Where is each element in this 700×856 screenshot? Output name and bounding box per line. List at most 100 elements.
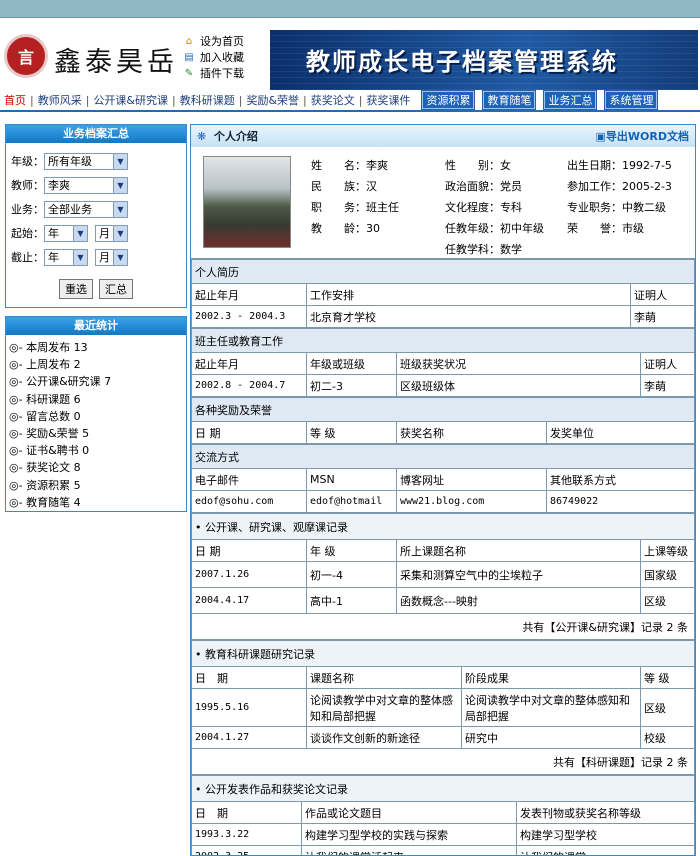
name-value: 李爽 bbox=[366, 159, 388, 172]
stat-item[interactable]: ◎- 上周发布 2 bbox=[9, 356, 183, 373]
nav-teachers[interactable]: 教师风采 bbox=[34, 92, 86, 108]
summarize-button[interactable]: 汇总 bbox=[99, 279, 133, 299]
table-row: edof@sohu.com edof@hotmail www21.blog.com 8… bbox=[191, 490, 695, 513]
grade-label: 年级： bbox=[11, 155, 44, 168]
summary-button[interactable]: 业务汇总 bbox=[543, 90, 598, 110]
banner-title: 教师成长电子档案管理系统 bbox=[306, 48, 618, 76]
start-month-value: 月 bbox=[99, 226, 110, 240]
table-row: 2007.1.26 初一-4 采集和测算空气中的尘埃粒子 国家级 bbox=[191, 561, 695, 588]
chevron-down-icon: ▼ bbox=[113, 153, 127, 169]
end-label: 截止： bbox=[11, 251, 44, 264]
gender-value: 女 bbox=[500, 159, 511, 172]
stat-item[interactable]: ◎- 科研课题 6 bbox=[9, 391, 183, 408]
stats-panel: 最近统计 ◎- 本周发布 13 ◎- 上周发布 2 ◎- 公开课&研究课 7 ◎… bbox=[5, 316, 187, 512]
table-row: 2002.3.25让我们的课堂活起来让我们的课堂 bbox=[191, 845, 695, 855]
chevron-down-icon: ▼ bbox=[113, 177, 127, 193]
ethnic-value: 汉 bbox=[366, 180, 377, 193]
teacher-photo bbox=[203, 156, 291, 248]
business-value: 全部业务 bbox=[48, 202, 92, 216]
end-month-value: 月 bbox=[99, 250, 110, 264]
stat-item[interactable]: ◎- 公开课&研究课 7 bbox=[9, 373, 183, 390]
start-year-value: 年 bbox=[48, 226, 59, 240]
stat-item[interactable]: ◎- 本周发布 13 bbox=[9, 339, 183, 356]
title-value: 中教二级 bbox=[622, 201, 666, 214]
chevron-down-icon: ▼ bbox=[73, 249, 87, 265]
quick-link-home[interactable]: ⌂ 设为首页 bbox=[182, 34, 244, 50]
nav-home[interactable]: 首页 bbox=[0, 92, 30, 108]
logo-char: 言 bbox=[17, 48, 34, 67]
business-select[interactable]: 全部业务 ▼ bbox=[44, 200, 128, 218]
resources-button[interactable]: 资源积累 bbox=[421, 90, 476, 110]
grade-select[interactable]: 所有年级 ▼ bbox=[44, 152, 128, 170]
profile-card: 姓 名：李爽 民 族：汉 职 务：班主任 教 龄：30 性 别：女 政治面貌：党… bbox=[191, 147, 695, 259]
quick-links: ⌂ 设为首页 ▤ 加入收藏 ✎ 插件下载 bbox=[182, 34, 244, 82]
export-word-link[interactable]: ▣导出WORD文档 bbox=[596, 128, 690, 144]
teacher-value: 李爽 bbox=[48, 178, 70, 192]
duty-value: 班主任 bbox=[366, 201, 399, 214]
quick-link-download[interactable]: ✎ 插件下载 bbox=[182, 66, 244, 82]
header: 言 鑫泰昊岳 ⌂ 设为首页 ▤ 加入收藏 ✎ 插件下载 教师成长电子档案管理系统 bbox=[0, 18, 700, 90]
grade-value: 所有年级 bbox=[48, 154, 92, 168]
start-year-select[interactable]: 年 ▼ bbox=[44, 224, 88, 242]
home-icon: ⌂ bbox=[185, 36, 193, 47]
politics-value: 党员 bbox=[500, 180, 522, 193]
start-month-select[interactable]: 月 ▼ bbox=[95, 224, 128, 242]
stat-item[interactable]: ◎- 资源积累 5 bbox=[9, 477, 183, 494]
stat-item[interactable]: ◎- 奖励&荣誉 5 bbox=[9, 425, 183, 442]
teaching-grade-value: 初中年级 bbox=[500, 222, 544, 235]
nav-research[interactable]: 教科研课题 bbox=[176, 92, 239, 108]
nav-awards[interactable]: 奖励&荣誉 bbox=[242, 92, 303, 108]
export-label: 导出WORD文档 bbox=[605, 130, 689, 143]
chevron-down-icon: ▼ bbox=[113, 249, 127, 265]
stats-list: ◎- 本周发布 13 ◎- 上周发布 2 ◎- 公开课&研究课 7 ◎- 科研课… bbox=[6, 335, 186, 511]
research-table: • 教育科研课题研究记录 日 期课题名称 阶段成果等 级 1995.5.16 论阅读… bbox=[191, 640, 695, 775]
main-content: ❋ 个人介绍 ▣导出WORD文档 姓 名：李爽 民 族：汉 职 务：班主任 教 … bbox=[190, 124, 696, 856]
table-row: 2004.1.27 谈谈作文创新的新途径 研究中 校级 bbox=[191, 726, 695, 749]
headteacher-table: 班主任或教育工作 起止年月 年级或班级 班级获奖状况 证明人 2002.8 - 200… bbox=[191, 328, 695, 397]
subject-value: 数学 bbox=[500, 243, 522, 256]
awards-table: 各种奖励及荣誉 日 期等 级获奖名称 发奖单位 bbox=[191, 397, 695, 444]
resume-table: 个人简历 起止年月 工作安排 证明人 2002.3 - 2004.3 北京育才学校 李萌 bbox=[191, 259, 695, 328]
chevron-down-icon: ▼ bbox=[73, 225, 87, 241]
business-label: 业务： bbox=[11, 203, 44, 216]
lessons-total: 共有【公开课&研究课】记录 2 条 bbox=[191, 613, 695, 640]
papers-table: • 公开发表作品和获奖论文记录 日 期作品或论文题目 发表刊物或获奖名称等级 19… bbox=[191, 775, 695, 855]
teacher-select[interactable]: 李爽 ▼ bbox=[44, 176, 128, 194]
profile-title: 个人介绍 bbox=[213, 130, 258, 143]
table-row: 1995.5.16 论阅读教学中对文章的整体感知和局部把握 论阅读教学中对文章的整体… bbox=[191, 688, 695, 727]
banner: 教师成长电子档案管理系统 bbox=[270, 30, 698, 90]
quick-link-label: 插件下载 bbox=[200, 67, 244, 80]
birth-value: 1992-7-5 bbox=[622, 159, 672, 172]
section-title: 班主任或教育工作 bbox=[191, 328, 695, 353]
end-month-select[interactable]: 月 ▼ bbox=[95, 248, 128, 266]
stats-title: 最近统计 bbox=[6, 317, 186, 335]
nav-papers[interactable]: 获奖论文 bbox=[307, 92, 359, 108]
nav-open-class[interactable]: 公开课&研究课 bbox=[89, 92, 172, 108]
quick-link-favorite[interactable]: ▤ 加入收藏 bbox=[182, 50, 244, 66]
start-label: 起始： bbox=[11, 227, 44, 240]
admin-button[interactable]: 系统管理 bbox=[604, 90, 659, 110]
stat-item[interactable]: ◎- 留言总数 0 bbox=[9, 408, 183, 425]
end-year-select[interactable]: 年 ▼ bbox=[44, 248, 88, 266]
table-row: 2004.4.17 高中-1 函数概念---映射 区级 bbox=[191, 587, 695, 614]
section-title: 个人简历 bbox=[191, 259, 695, 284]
table-row: 2002.8 - 2004.7 初二-3 区级班级体 李萌 bbox=[191, 374, 695, 397]
stat-item[interactable]: ◎- 证书&聘书 0 bbox=[9, 442, 183, 459]
nav-courseware[interactable]: 获奖课件 bbox=[362, 92, 414, 108]
honor-value: 市级 bbox=[622, 222, 644, 235]
reset-button[interactable]: 重选 bbox=[59, 279, 93, 299]
section-title: • 教育科研课题研究记录 bbox=[191, 640, 695, 667]
end-year-value: 年 bbox=[48, 250, 59, 264]
quick-link-label: 加入收藏 bbox=[200, 51, 244, 64]
snowflake-icon: ❋ bbox=[197, 130, 207, 143]
stat-item[interactable]: ◎- 获奖论文 8 bbox=[9, 459, 183, 476]
top-strip bbox=[0, 0, 700, 18]
section-title: • 公开发表作品和获奖论文记录 bbox=[191, 775, 695, 802]
age-value: 30 bbox=[366, 222, 380, 235]
stat-item[interactable]: ◎- 教育随笔 4 bbox=[9, 494, 183, 511]
essays-button[interactable]: 教育随笔 bbox=[482, 90, 537, 110]
document-icon: ▣ bbox=[595, 130, 606, 143]
download-icon: ✎ bbox=[184, 68, 194, 79]
section-title: 交流方式 bbox=[191, 444, 695, 469]
research-total: 共有【科研课题】记录 2 条 bbox=[191, 748, 695, 775]
